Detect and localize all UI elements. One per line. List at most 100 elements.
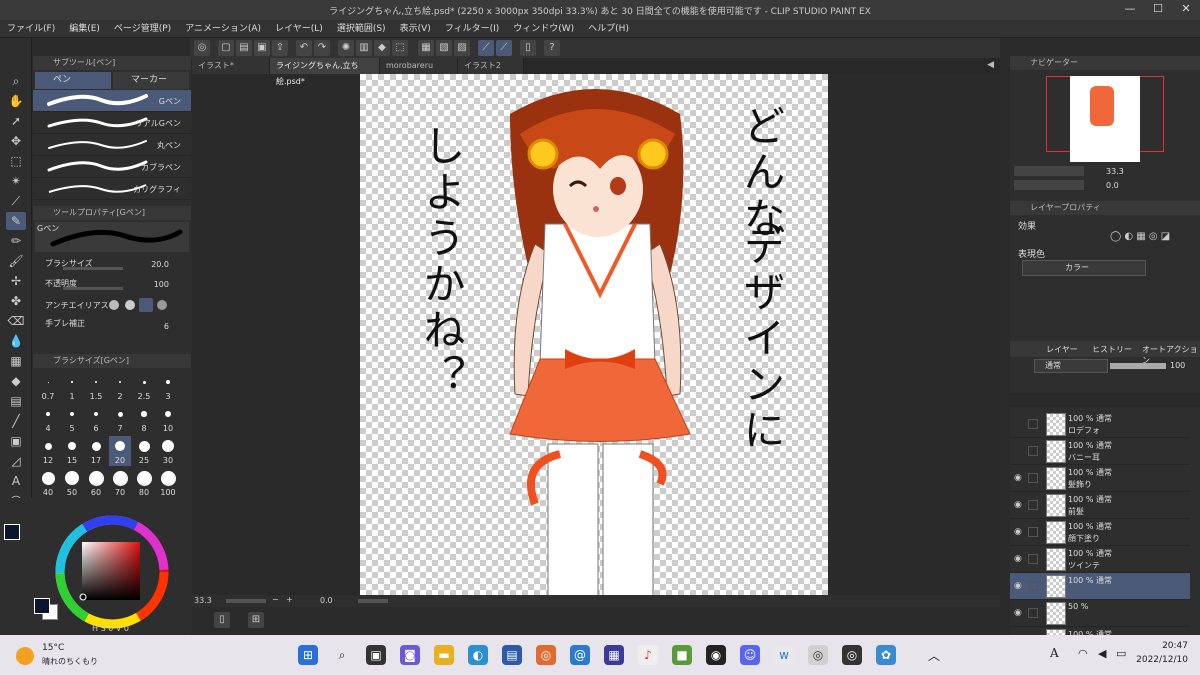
text-tool-icon[interactable]: A — [6, 472, 26, 490]
fill-icon[interactable]: ◆ — [374, 40, 390, 56]
clip-studio-paint-icon[interactable]: ◎ — [842, 645, 862, 665]
device-icon[interactable]: ▯ — [520, 40, 536, 56]
save-icon[interactable]: ▣ — [254, 40, 270, 56]
minecraft-icon[interactable]: ■ — [672, 645, 692, 665]
brush-size-cell[interactable]: 20 — [109, 436, 131, 466]
ruler-tool-icon[interactable]: ◿ — [6, 452, 26, 470]
obs-icon[interactable]: ◉ — [706, 645, 726, 665]
navigator-zoom-slider[interactable] — [1014, 166, 1084, 176]
rotate-slider[interactable] — [358, 599, 388, 603]
pen-tool-icon[interactable]: ✎ — [6, 212, 26, 230]
brush-item-kabura-pen[interactable]: カブラペン — [33, 156, 191, 178]
antialias-weak-icon[interactable] — [125, 300, 135, 310]
auto-select-icon[interactable]: ✴ — [6, 172, 26, 190]
operation-tool-icon[interactable]: ➚ — [6, 112, 26, 130]
clip-studio-icon[interactable]: ◎ — [194, 40, 210, 56]
weather-desc[interactable]: 晴れのちくもり — [42, 656, 98, 667]
menu-selection[interactable]: 選択範囲(S) — [330, 20, 393, 38]
opacity-row[interactable]: 不透明度 100 — [33, 274, 191, 294]
brush-size-cell[interactable]: 100 — [157, 468, 179, 498]
figure-tool-icon[interactable]: ╱ — [6, 412, 26, 430]
brush-item-calligraphy[interactable]: カリグラフィ — [33, 178, 191, 200]
layer-lock-box[interactable] — [1028, 500, 1038, 510]
gradient-tool-icon[interactable]: ▤ — [6, 392, 26, 410]
clock-time[interactable]: 20:47 — [1138, 641, 1188, 651]
layer-row[interactable]: 100 % 通常 バニー耳 — [1010, 438, 1190, 465]
layer-row[interactable]: 100 % 通常 ロデフォ — [1010, 411, 1190, 438]
main-color-swatch[interactable] — [4, 524, 20, 540]
snap-special-ruler-icon[interactable]: ⟋ — [496, 40, 512, 56]
layer-row[interactable]: ◉ 100 % 通常 顔下塗り — [1010, 519, 1190, 546]
menu-view[interactable]: 表示(V) — [393, 20, 438, 38]
mail-icon[interactable]: @ — [570, 645, 590, 665]
deselect-icon[interactable]: ✺ — [338, 40, 354, 56]
teams-icon[interactable]: ◙ — [400, 645, 420, 665]
opacity-slider[interactable] — [63, 287, 123, 290]
brush-size-row[interactable]: ブラシサイズ 20.0 — [33, 254, 191, 274]
tab-doc-morobareru[interactable]: morobareru — [380, 58, 458, 74]
clip-studio-launcher-icon[interactable]: ◎ — [808, 645, 828, 665]
brush-size-cell[interactable]: 10 — [157, 404, 179, 434]
brush-size-cell[interactable]: 3 — [157, 372, 179, 402]
navigator-rotate-slider[interactable] — [1014, 180, 1084, 190]
brush-size-cell[interactable]: 1.5 — [85, 372, 107, 402]
tab-history[interactable]: ヒストリー — [1092, 344, 1132, 355]
antialias-row[interactable]: アンチエイリアス — [33, 294, 191, 314]
brush-size-cell[interactable]: 2.5 — [133, 372, 155, 402]
color-main-swatch[interactable] — [34, 598, 50, 614]
eye-icon[interactable]: ◉ — [1014, 500, 1024, 510]
layer-row[interactable]: ◉ 100 % 通常 前髪 — [1010, 492, 1190, 519]
ime-indicator[interactable]: A — [1050, 646, 1059, 660]
minimize-button[interactable]: — — [1120, 2, 1140, 18]
layer-lock-box[interactable] — [1028, 419, 1038, 429]
open-folder-icon[interactable]: ▤ — [236, 40, 252, 56]
express-color-select[interactable]: カラー — [1022, 260, 1146, 276]
transform-icon[interactable]: ⬚ — [392, 40, 408, 56]
brush-size-cell[interactable]: 5 — [61, 404, 83, 434]
menu-window[interactable]: ウィンドウ(W) — [506, 20, 581, 38]
antialias-strong-icon[interactable] — [157, 300, 167, 310]
eye-icon[interactable] — [1014, 446, 1024, 456]
move-tool-icon[interactable]: ✥ — [6, 132, 26, 150]
brush-item-maru-pen[interactable]: 丸ペン — [33, 134, 191, 156]
discord-icon[interactable]: ☺ — [740, 645, 760, 665]
eye-icon[interactable]: ◉ — [1014, 473, 1024, 483]
menu-file[interactable]: ファイル(F) — [0, 20, 62, 38]
frame-tool-icon[interactable]: ▣ — [6, 432, 26, 450]
menu-animation[interactable]: アニメーション(A) — [178, 20, 268, 38]
stabilization-row[interactable]: 手ブレ補正 6 — [33, 314, 191, 334]
ruler-icon[interactable]: ▧ — [436, 40, 452, 56]
blend-tool-icon[interactable]: 💧 — [6, 332, 26, 350]
weather-temp[interactable]: 15°C — [42, 643, 64, 653]
menu-edit[interactable]: 編集(E) — [62, 20, 107, 38]
eyedropper-icon[interactable]: ⟋ — [6, 192, 26, 210]
blend-mode-select[interactable]: 通常 — [1034, 359, 1108, 373]
layer-lock-box[interactable] — [1028, 554, 1038, 564]
store-icon[interactable]: ▤ — [502, 645, 522, 665]
redo-icon[interactable]: ↷ — [314, 40, 330, 56]
paint-app-icon[interactable]: ✿ — [876, 645, 896, 665]
drawing-canvas[interactable]: どんな デザインに しようかね？ — [360, 74, 828, 595]
fill-tool-icon[interactable]: ▦ — [6, 352, 26, 370]
layer-lock-box[interactable] — [1028, 608, 1038, 618]
clock-date[interactable]: 2022/12/10 — [1128, 655, 1188, 665]
antialias-medium-icon[interactable] — [139, 298, 153, 312]
brush-size-cell[interactable]: 1 — [61, 372, 83, 402]
edge-icon[interactable]: ◐ — [468, 645, 488, 665]
layer-lock-box[interactable] — [1028, 581, 1038, 591]
hand-tool-icon[interactable]: ✋ — [6, 92, 26, 110]
eraser-tool-icon[interactable]: ⌫ — [6, 312, 26, 330]
brush-size-cell[interactable]: 0.7 — [37, 372, 59, 402]
explorer-icon[interactable]: ▬ — [434, 645, 454, 665]
zoom-tool-icon[interactable]: ⌕ — [6, 72, 26, 90]
battery-icon[interactable]: ▭ — [1116, 647, 1126, 660]
menu-layer[interactable]: レイヤー(L) — [268, 20, 330, 38]
zoom-out-icon[interactable]: − — [272, 595, 279, 604]
paint-bucket-icon[interactable]: ◆ — [6, 372, 26, 390]
layer-row[interactable]: ◉ 100 % 通常 — [1010, 573, 1190, 600]
search-icon[interactable]: ⌕ — [332, 645, 352, 665]
menu-page[interactable]: ページ管理(P) — [107, 20, 178, 38]
eye-icon[interactable]: ◉ — [1014, 554, 1024, 564]
help-icon[interactable]: ? — [544, 40, 560, 56]
zoom-slider[interactable] — [226, 599, 266, 603]
